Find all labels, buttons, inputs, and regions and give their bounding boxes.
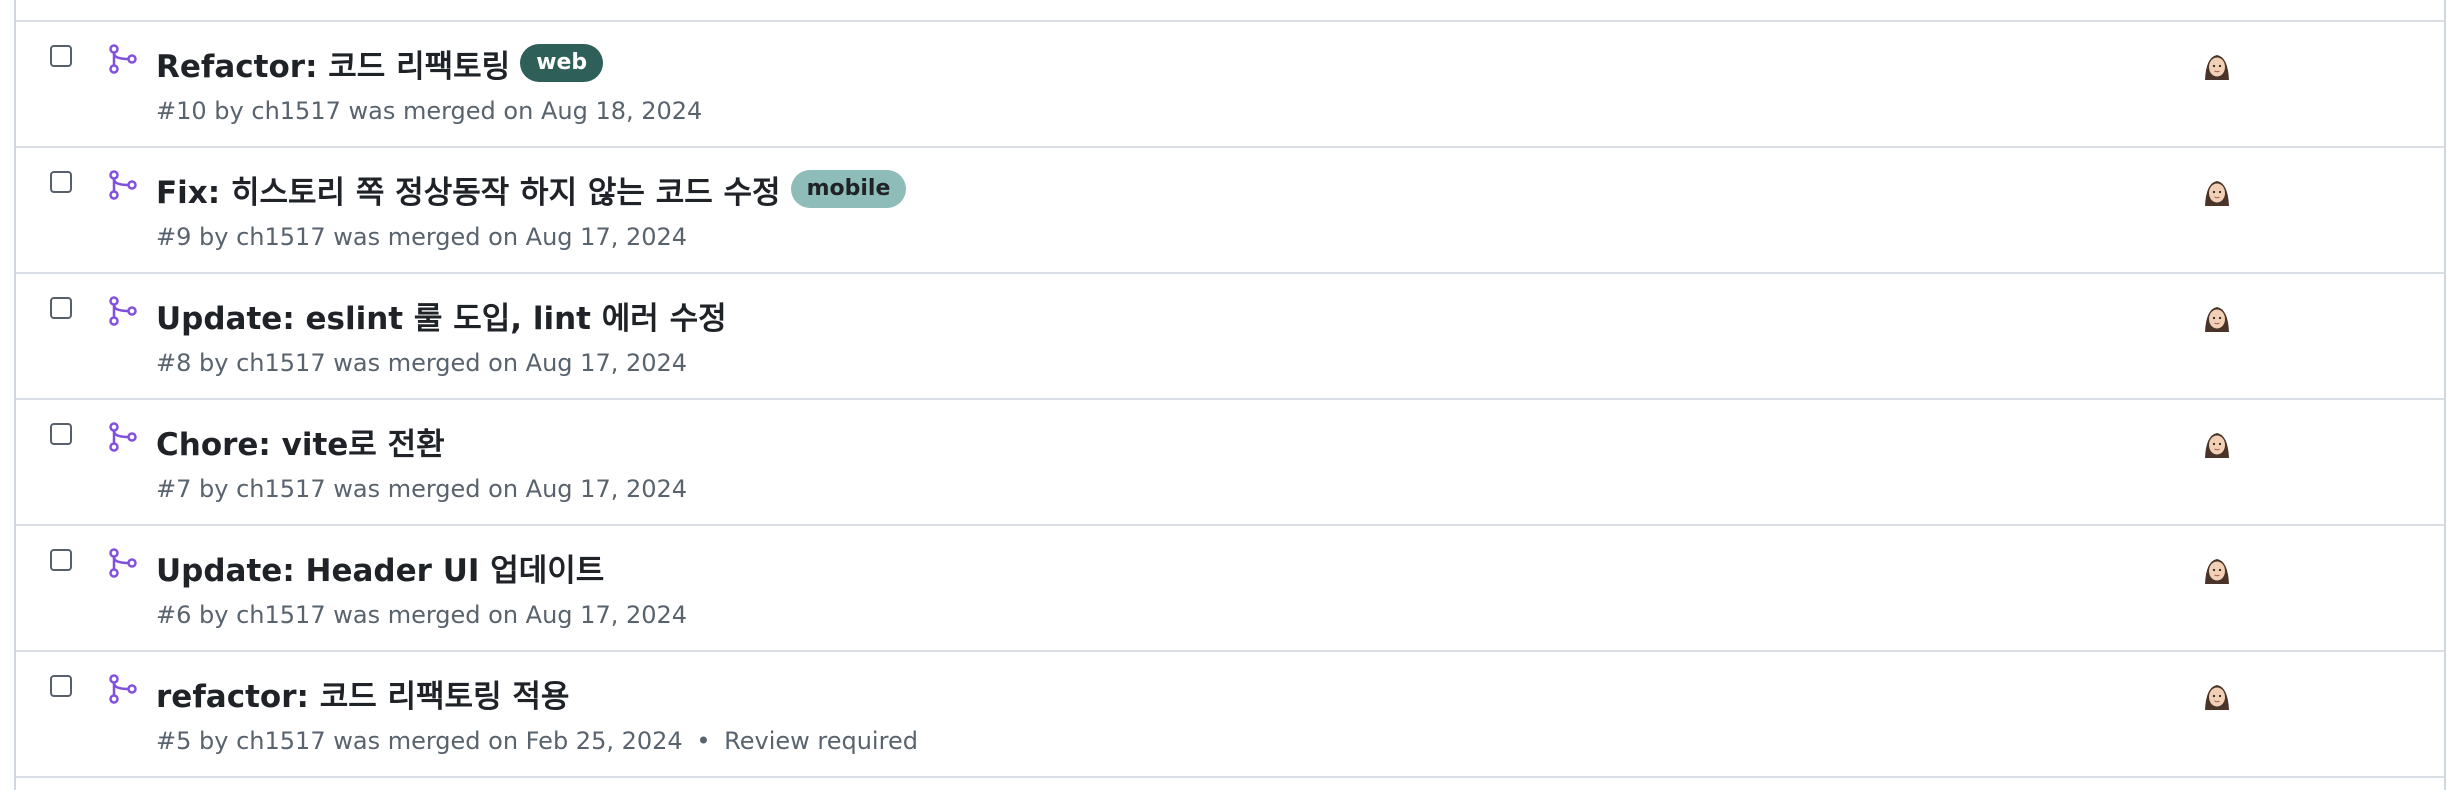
select-checkbox[interactable]	[50, 675, 72, 697]
pr-by: by	[199, 475, 229, 503]
avatar-icon[interactable]	[2200, 680, 2234, 714]
pr-by: by	[199, 223, 229, 251]
git-merge-icon	[109, 170, 137, 200]
pr-status[interactable]: was merged on Aug 17, 2024	[333, 349, 687, 377]
pr-number: #8	[156, 349, 192, 377]
pr-number: #9	[156, 223, 192, 251]
pr-row[interactable]: refactor: 코드 리팩토링 적용 #5 by ch1517 was me…	[16, 652, 2444, 778]
pr-author[interactable]: ch1517	[236, 601, 325, 629]
pr-title-link[interactable]: Update: Header UI 업데이트	[156, 545, 604, 590]
pr-row[interactable]: Refactor: 코드 리팩토링 web #10 by ch1517 was …	[16, 22, 2444, 148]
pr-meta: #10 by ch1517 was merged on Aug 18, 2024	[156, 97, 702, 125]
pull-request-list: Refactor: 코드 리팩토링 web #10 by ch1517 was …	[14, 0, 2446, 790]
select-checkbox[interactable]	[50, 549, 72, 571]
avatar-icon[interactable]	[2200, 302, 2234, 336]
pr-row[interactable]: Fix: 히스토리 쪽 정상동작 하지 않는 코드 수정 mobile #9 b…	[16, 148, 2444, 274]
git-merge-icon	[109, 674, 137, 704]
pr-title-link[interactable]: Update: eslint 룰 도입, lint 에러 수정	[156, 293, 727, 338]
avatar-icon[interactable]	[2200, 428, 2234, 462]
git-merge-icon	[109, 548, 137, 578]
pr-meta: #9 by ch1517 was merged on Aug 17, 2024	[156, 223, 687, 251]
select-checkbox[interactable]	[50, 171, 72, 193]
pr-label[interactable]: mobile	[790, 170, 907, 208]
git-merge-icon	[109, 296, 137, 326]
git-merge-icon	[109, 422, 137, 452]
pr-meta: #7 by ch1517 was merged on Aug 17, 2024	[156, 475, 687, 503]
review-status[interactable]: Review required	[724, 727, 918, 755]
avatar-icon[interactable]	[2200, 50, 2234, 84]
select-checkbox[interactable]	[50, 45, 72, 67]
pr-meta: #8 by ch1517 was merged on Aug 17, 2024	[156, 349, 687, 377]
pr-title-link[interactable]: Chore: vite로 전환	[156, 419, 445, 464]
pr-status[interactable]: was merged on Aug 17, 2024	[333, 601, 687, 629]
avatar-icon[interactable]	[2200, 554, 2234, 588]
pr-author[interactable]: ch1517	[236, 727, 325, 755]
pr-row[interactable]: Update: eslint 룰 도입, lint 에러 수정 #8 by ch…	[16, 274, 2444, 400]
pr-author[interactable]: ch1517	[236, 349, 325, 377]
pr-number: #6	[156, 601, 192, 629]
pr-by: by	[199, 349, 229, 377]
avatar-icon[interactable]	[2200, 176, 2234, 210]
select-checkbox[interactable]	[50, 297, 72, 319]
pr-meta: #5 by ch1517 was merged on Feb 25, 2024 …	[156, 727, 918, 755]
pr-status[interactable]: was merged on Aug 17, 2024	[333, 475, 687, 503]
pr-label[interactable]: web	[520, 44, 604, 82]
pr-number: #7	[156, 475, 192, 503]
pr-row[interactable]: Chore: vite로 전환 #7 by ch1517 was merged …	[16, 400, 2444, 526]
git-merge-icon	[109, 44, 137, 74]
meta-separator-dot: •	[696, 727, 711, 755]
pr-title-link[interactable]: refactor: 코드 리팩토링 적용	[156, 671, 569, 716]
pr-author[interactable]: ch1517	[236, 223, 325, 251]
pr-title-link[interactable]: Fix: 히스토리 쪽 정상동작 하지 않는 코드 수정	[156, 167, 781, 212]
pr-status[interactable]: was merged on Feb 25, 2024	[333, 727, 682, 755]
pr-by: by	[199, 727, 229, 755]
pr-by: by	[214, 97, 244, 125]
pr-author[interactable]: ch1517	[251, 97, 340, 125]
select-checkbox[interactable]	[50, 423, 72, 445]
pr-number: #10	[156, 97, 207, 125]
pr-author[interactable]: ch1517	[236, 475, 325, 503]
pr-meta: #6 by ch1517 was merged on Aug 17, 2024	[156, 601, 687, 629]
pr-status[interactable]: was merged on Aug 18, 2024	[349, 97, 703, 125]
pr-number: #5	[156, 727, 192, 755]
pr-status[interactable]: was merged on Aug 17, 2024	[333, 223, 687, 251]
pr-by: by	[199, 601, 229, 629]
pr-title-link[interactable]: Refactor: 코드 리팩토링	[156, 41, 510, 86]
pr-row[interactable]: Update: Header UI 업데이트 #6 by ch1517 was …	[16, 526, 2444, 652]
